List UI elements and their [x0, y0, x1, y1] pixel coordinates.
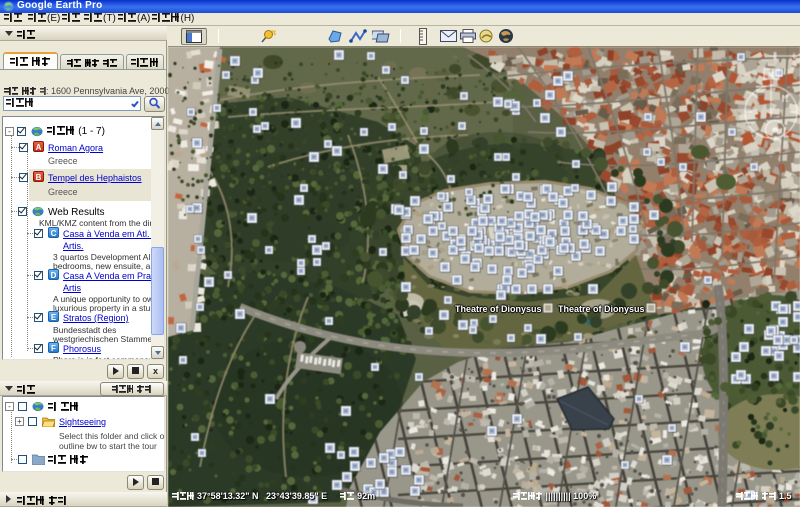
svg-text:N: N: [768, 71, 774, 80]
